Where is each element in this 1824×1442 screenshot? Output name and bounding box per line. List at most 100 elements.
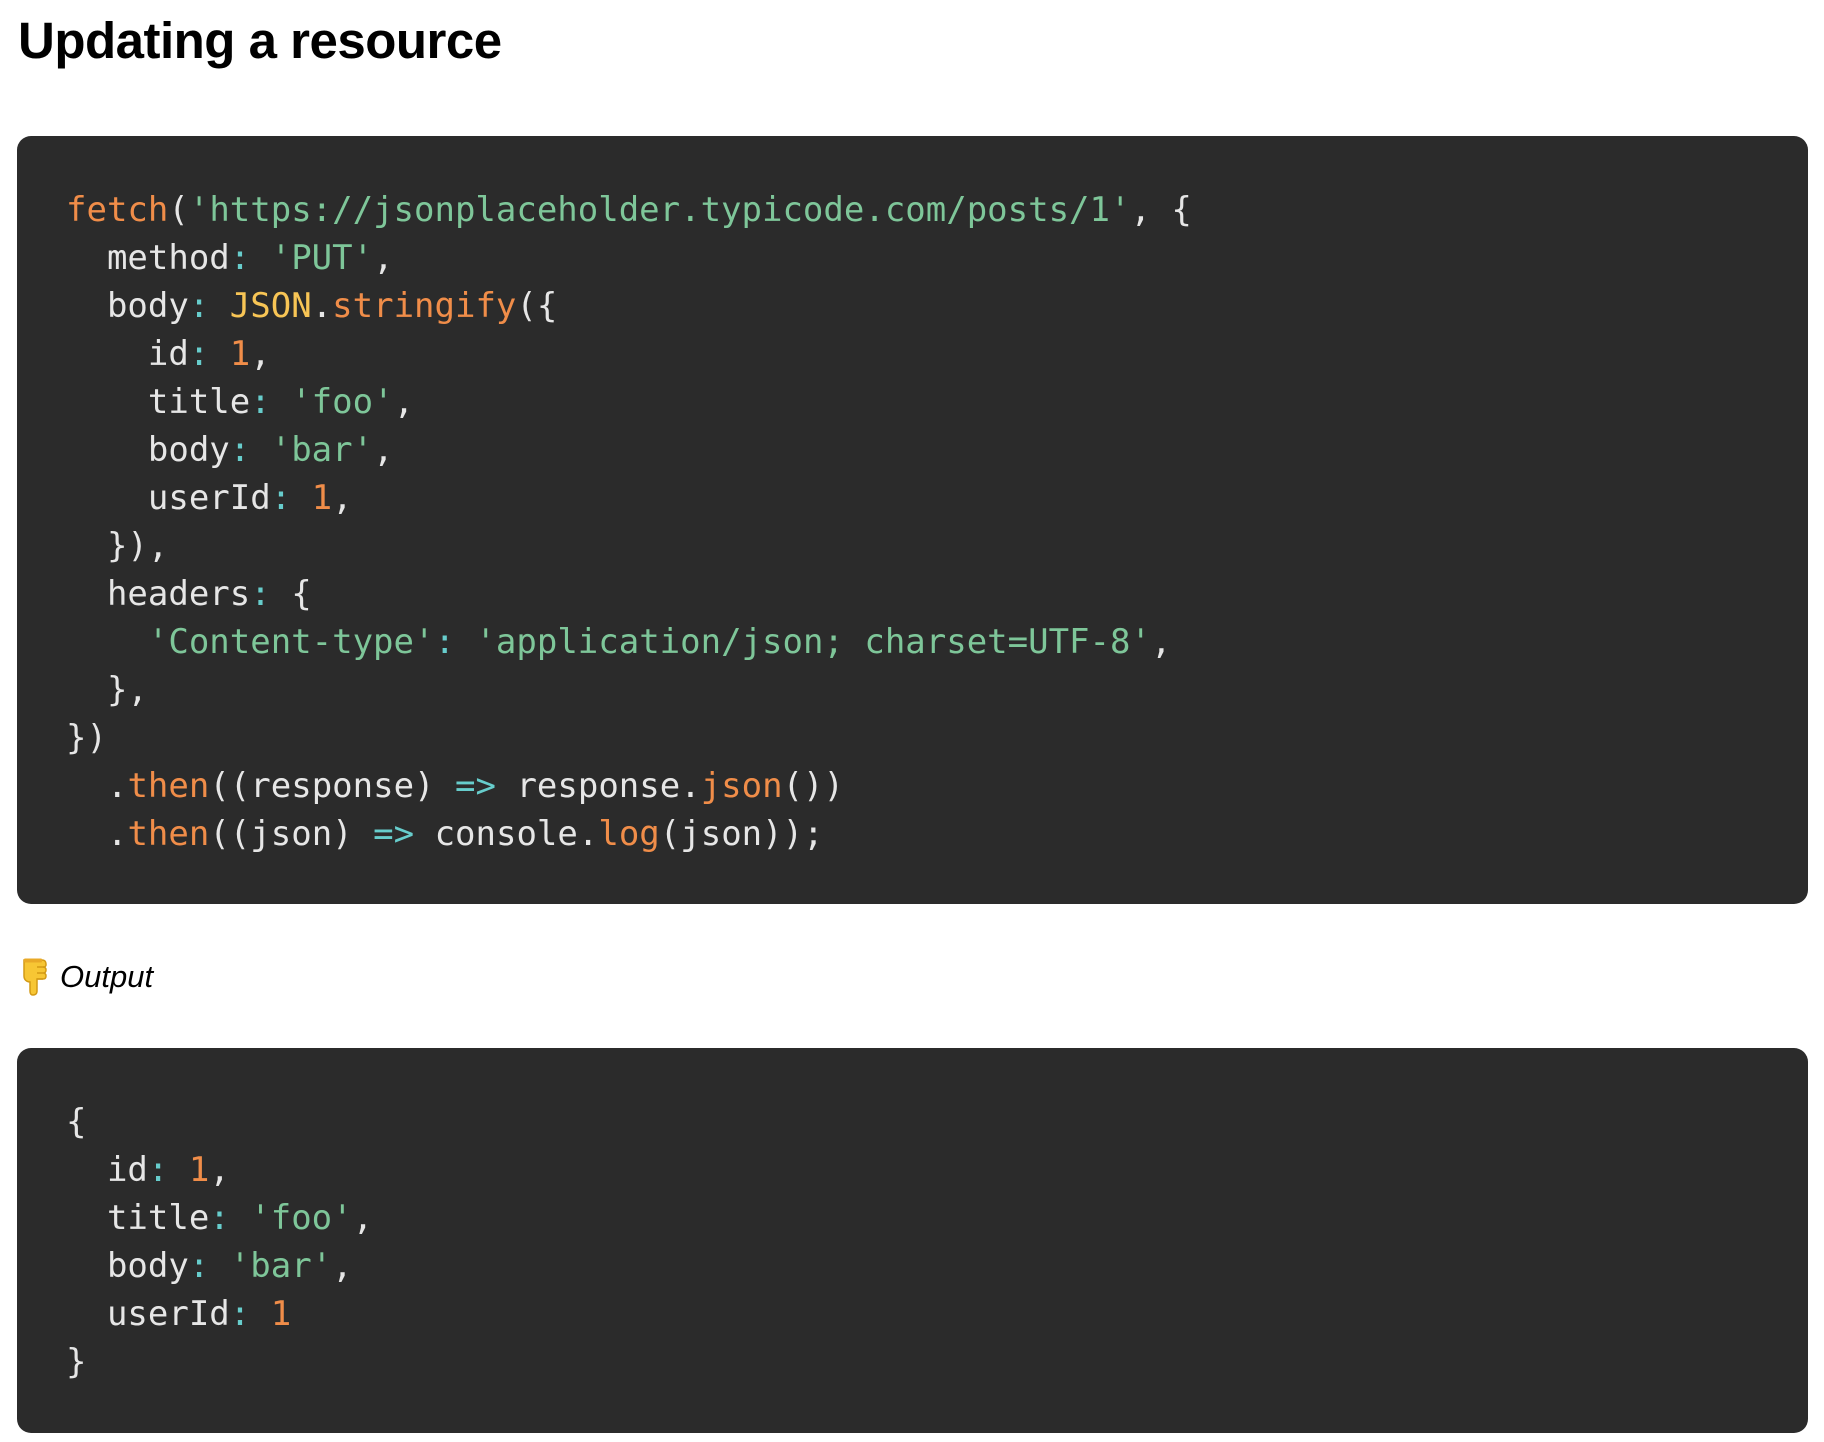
code-line: fetch('https://jsonplaceholder.typicode.… [66, 186, 1808, 234]
code-token-str: 'Content-type' [147, 622, 435, 662]
output-label-text: Output [60, 959, 154, 994]
code-token-punc: ( [168, 190, 189, 230]
code-token-punc: ( [659, 814, 681, 854]
code-token-punc: . [577, 814, 599, 854]
code-token-punc: . [106, 766, 128, 806]
code-token-op: : [188, 286, 210, 326]
code-token-punc: , [373, 430, 394, 470]
code-token-plain: console [414, 814, 578, 854]
request-code-block[interactable]: fetch('https://jsonplaceholder.typicode.… [17, 136, 1808, 904]
code-line: body: JSON.stringify({ [66, 282, 1808, 330]
code-token-punc: , { [1130, 190, 1192, 230]
code-token-plain: json [250, 814, 333, 854]
code-token-op: : [229, 430, 251, 470]
code-token-num: 1 [229, 334, 251, 374]
code-token-punc: , [1150, 622, 1172, 662]
output-code[interactable]: { id: 1, title: 'foo', body: 'bar', user… [66, 1098, 1808, 1386]
code-line: method: 'PUT', [66, 234, 1808, 282]
code-token-op: : [209, 1198, 230, 1238]
code-token-punc: , [209, 1150, 230, 1190]
code-token-punc: }, [66, 670, 148, 710]
code-token-op: : [188, 334, 210, 374]
code-token-num: 1 [188, 1150, 210, 1190]
code-line: }) [66, 714, 1808, 762]
code-token-plain: title [66, 1198, 210, 1238]
code-token-punc: )); [762, 814, 824, 854]
code-line: headers: { [66, 570, 1808, 618]
code-token-punc: }), [66, 526, 169, 566]
code-token-fn: then [127, 814, 210, 854]
code-token-class: JSON [229, 286, 312, 326]
code-line: title: 'foo', [66, 1194, 1808, 1242]
code-token-plain: method [66, 238, 230, 278]
code-token-fn: stringify [332, 286, 517, 326]
code-token-plain: response [250, 766, 415, 806]
code-line: body: 'bar', [66, 426, 1808, 474]
code-token-punc: ()) [782, 766, 844, 806]
code-token-plain: body [66, 1246, 189, 1286]
code-token-plain: body [66, 430, 230, 470]
code-token-punc: ) [414, 766, 435, 806]
code-line: id: 1, [66, 1146, 1808, 1194]
code-token-plain: body [66, 286, 189, 326]
code-line: body: 'bar', [66, 1242, 1808, 1290]
code-token-fn: then [127, 766, 210, 806]
code-token-punc: (( [209, 766, 251, 806]
code-token-op: : [270, 478, 292, 518]
output-code-block[interactable]: { id: 1, title: 'foo', body: 'bar', user… [17, 1048, 1808, 1433]
code-line: title: 'foo', [66, 378, 1808, 426]
code-line: userId: 1 [66, 1290, 1808, 1338]
code-token-str: 'https://jsonplaceholder.typicode.com/po… [188, 190, 1131, 230]
code-token-punc: , [393, 382, 415, 422]
code-token-punc: , [352, 1198, 374, 1238]
code-token-op: : [147, 1150, 169, 1190]
code-token-punc: ) [332, 814, 353, 854]
page: Updating a resource fetch('https://jsonp… [0, 0, 1824, 1442]
code-token-punc: , [332, 478, 353, 518]
code-token-fn: log [598, 814, 660, 854]
code-token-punc: , [332, 1246, 353, 1286]
code-token-op: => [373, 814, 415, 854]
code-token-plain: response [495, 766, 681, 806]
request-code[interactable]: fetch('https://jsonplaceholder.typicode.… [66, 186, 1808, 858]
code-token-punc: . [680, 766, 701, 806]
code-token-fn: fetch [66, 190, 169, 230]
code-token-str: 'bar' [270, 430, 374, 470]
code-line: { [66, 1098, 1808, 1146]
code-token-punc: ({ [516, 286, 558, 326]
code-token-num: 1 [270, 1294, 292, 1334]
code-line: id: 1, [66, 330, 1808, 378]
code-token-punc: (( [209, 814, 251, 854]
code-token-op: => [455, 766, 496, 806]
code-token-plain: userId [66, 478, 271, 518]
code-token-punc: { [291, 574, 312, 614]
code-line: .then((response) => response.json()) [66, 762, 1808, 810]
code-token-op: : [229, 238, 251, 278]
code-line: userId: 1, [66, 474, 1808, 522]
code-token-punc: . [311, 286, 333, 326]
code-token-plain: headers [66, 574, 251, 614]
code-line: .then((json) => console.log(json)); [66, 810, 1808, 858]
code-line: }, [66, 666, 1808, 714]
backhand-index-pointing-down-icon [20, 958, 50, 996]
code-token-punc: { [66, 1102, 87, 1142]
code-token-fn: json [700, 766, 783, 806]
code-token-str: 'bar' [229, 1246, 333, 1286]
code-token-plain: userId [66, 1294, 230, 1334]
code-line: } [66, 1338, 1808, 1386]
code-token-op: : [434, 622, 455, 662]
